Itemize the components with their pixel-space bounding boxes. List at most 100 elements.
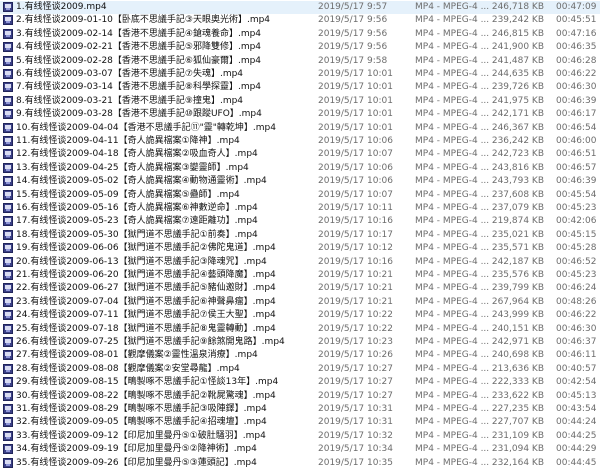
- file-type: MP4 - MPEG-4 ...: [415, 337, 490, 347]
- file-date-modified: 2019/5/17 10:01: [318, 95, 393, 106]
- file-length: 00:44:29: [556, 444, 597, 455]
- mp4-file-icon: [3, 270, 13, 280]
- file-name: 26.有线怪谈2009-07-25【獄門道不思議手記⑨餘煞開鬼路】.mp4: [16, 337, 285, 347]
- file-row[interactable]: 29.有线怪谈2009-08-15【鴫製啄不思議手記①怪談13年】.mp4 201…: [0, 376, 600, 389]
- file-date-modified: 2019/5/17 10:06: [318, 176, 393, 187]
- file-name: 11.有线怪谈2009-04-11【奇人詭異檔案①降神】.mp4: [16, 136, 240, 146]
- file-type: MP4 - MPEG-4 ...: [415, 189, 490, 200]
- file-length: 00:46:22: [556, 310, 597, 321]
- mp4-file-icon: [3, 430, 13, 441]
- file-name: 34.有线怪谈2009-09-19【印尼加里曼丹⑤②降神術】.mp4: [16, 444, 257, 455]
- file-row[interactable]: 12.有线怪谈2009-04-18【奇人詭異檔案②吸血奇人】.mp4 2019/5…: [0, 148, 600, 161]
- file-date-modified: 2019/5/17 9:56: [318, 15, 388, 26]
- file-row[interactable]: 31.有线怪谈2009-08-29【鴫製啄不思議手記③吸陣鐸】.mp4 2019/…: [0, 403, 600, 416]
- mp4-file-icon: [3, 444, 13, 455]
- file-length: 00:46:39: [556, 95, 597, 106]
- file-row[interactable]: 7.有线怪谈2009-03-14【香港不思議手記⑧科學探靈】.mp4 2019/5…: [0, 81, 600, 94]
- file-name: 31.有线怪谈2009-08-29【鴫製啄不思議手記③吸陣鐸】.mp4: [16, 404, 267, 414]
- file-size: 240,698 KB: [491, 350, 544, 361]
- file-row[interactable]: 35.有线怪谈2009-09-26【印尼加里曼丹⑤③蓮頭記】.mp4 2019/5…: [0, 457, 600, 469]
- file-row[interactable]: 22.有线怪谈2009-06-27【獄門道不思議手記⑤豬仙邀財】.mp4 2019…: [0, 282, 600, 295]
- file-row[interactable]: 17.有线怪谈2009-05-23【奇人詭異檔案⑦遠距離功】.mp4 2019/5…: [0, 215, 600, 228]
- file-type: MP4 - MPEG-4 ...: [415, 69, 490, 79]
- file-length: 00:46:35: [556, 42, 597, 53]
- file-date-modified: 2019/5/17 10:22: [318, 323, 393, 334]
- file-size: 235,021 KB: [491, 229, 544, 240]
- file-size: 241,900 KB: [491, 42, 544, 53]
- file-row[interactable]: 15.有线怪谈2009-05-09【奇人詭異檔案⑤蠱師】.mp4 2019/5/1…: [0, 189, 600, 202]
- file-row[interactable]: 19.有线怪谈2009-06-06【獄門道不思議手記②佛陀鬼道】.mp4 2019…: [0, 242, 600, 255]
- file-size: 219,874 KB: [491, 216, 544, 227]
- file-date-modified: 2019/5/17 10:27: [318, 377, 393, 388]
- file-size: 231,094 KB: [491, 444, 544, 455]
- file-type: MP4 - MPEG-4 ...: [415, 82, 490, 93]
- file-row[interactable]: 1.有线怪谈2009.mp4 2019/5/17 9:57 MP4 - MPEG-4…: [0, 1, 600, 14]
- file-row[interactable]: 4.有线怪谈2009-02-21【香港不思議手記⑤邪降雙修】.mp4 2019/5…: [0, 41, 600, 54]
- file-row[interactable]: 6.有线怪谈2009-03-07【香港不思議手記⑦失魂】.mp4 2019/5/1…: [0, 68, 600, 81]
- file-date-modified: 2019/5/17 10:12: [318, 243, 393, 254]
- file-size: 267,964 KB: [491, 296, 544, 307]
- file-name: 16.有线怪谈2009-05-16【奇人詭異檔案⑥神數逆命】.mp4: [16, 203, 258, 213]
- file-row[interactable]: 33.有线怪谈2009-09-12【印尼加里曼丹⑤①破肚騷羽】.mp4 2019/…: [0, 430, 600, 443]
- mp4-file-icon: [3, 136, 13, 146]
- file-row[interactable]: 34.有线怪谈2009-09-19【印尼加里曼丹⑤②降神術】.mp4 2019/5…: [0, 443, 600, 456]
- file-row[interactable]: 5.有线怪谈2009-02-28【香港不思議手記⑥狐仙豪爾】.mp4 2019/5…: [0, 55, 600, 68]
- mp4-file-icon: [3, 404, 13, 414]
- file-date-modified: 2019/5/17 10:21: [318, 283, 393, 294]
- file-date-modified: 2019/5/17 10:16: [318, 216, 393, 227]
- file-row[interactable]: 9.有线怪谈2009-03-28【香港不思議手記⑩跟蹤UFO】.mp4 2019/…: [0, 108, 600, 121]
- file-name: 17.有线怪谈2009-05-23【奇人詭異檔案⑦遠距離功】.mp4: [16, 216, 258, 227]
- file-row[interactable]: 28.有线怪谈2009-08-08【觀摩儀案②安堂尋龍】.mp4 2019/5/1…: [0, 363, 600, 376]
- file-date-modified: 2019/5/17 10:01: [318, 82, 393, 93]
- file-length: 00:46:22: [556, 69, 597, 79]
- file-date-modified: 2019/5/17 10:06: [318, 162, 393, 173]
- file-length: 00:47:09: [556, 2, 597, 12]
- mp4-file-icon: [3, 229, 13, 240]
- file-type: MP4 - MPEG-4 ...: [415, 243, 490, 254]
- file-row[interactable]: 18.有线怪谈2009-05-30【獄門道不思議手記①前奏】.mp4 2019/5…: [0, 229, 600, 242]
- file-type: MP4 - MPEG-4 ...: [415, 229, 490, 240]
- file-date-modified: 2019/5/17 9:57: [318, 2, 388, 12]
- file-length: 00:46:24: [556, 283, 597, 294]
- file-row[interactable]: 8.有线怪谈2009-03-21【香港不思議手記⑨撞鬼】.mp4 2019/5/1…: [0, 95, 600, 108]
- file-row[interactable]: 21.有线怪谈2009-06-20【獄門道不思議手記④藝頭降魔】.mp4 2019…: [0, 269, 600, 282]
- mp4-file-icon: [3, 55, 13, 66]
- mp4-file-icon: [3, 243, 13, 254]
- file-row[interactable]: 30.有线怪谈2009-08-22【鴫製啄不思議手記②靴屍驚魂】.mp4 2019…: [0, 390, 600, 403]
- file-row[interactable]: 24.有线怪谈2009-07-11【獄門道不思議手記⑦侯王大聖】.mp4 2019…: [0, 309, 600, 322]
- file-row[interactable]: 26.有线怪谈2009-07-25【獄門道不思議手記⑨餘煞開鬼路】.mp4 201…: [0, 336, 600, 349]
- file-row[interactable]: 3.有线怪谈2009-02-14【香港不思議手記④鎗魂養命】.mp4 2019/5…: [0, 28, 600, 41]
- file-length: 00:46:57: [556, 162, 597, 173]
- file-date-modified: 2019/5/17 10:23: [318, 337, 393, 347]
- file-length: 00:46:37: [556, 337, 597, 347]
- mp4-file-icon: [3, 95, 13, 106]
- file-row[interactable]: 11.有线怪谈2009-04-11【奇人詭異檔案①降神】.mp4 2019/5/1…: [0, 135, 600, 148]
- file-length: 00:47:16: [556, 28, 597, 39]
- file-date-modified: 2019/5/17 9:58: [318, 55, 388, 66]
- mp4-file-icon: [3, 28, 13, 39]
- file-date-modified: 2019/5/17 10:32: [318, 430, 393, 441]
- file-name: 20.有线怪谈2009-06-13【獄門道不思議手記③降魂咒】.mp4: [16, 256, 267, 267]
- file-length: 00:46:30: [556, 82, 597, 93]
- file-type: MP4 - MPEG-4 ...: [415, 350, 490, 361]
- file-type: MP4 - MPEG-4 ...: [415, 444, 490, 455]
- file-row[interactable]: 25.有线怪谈2009-07-18【獄門道不思議手記⑧鬼靈轉動】.mp4 2019…: [0, 323, 600, 336]
- file-date-modified: 2019/5/17 10:11: [318, 203, 393, 213]
- file-row[interactable]: 20.有线怪谈2009-06-13【獄門道不思議手記③降魂咒】.mp4 2019/…: [0, 256, 600, 269]
- file-row[interactable]: 13.有线怪谈2009-04-25【奇人詭異檔案③孌靈師】.mp4 2019/5/…: [0, 162, 600, 175]
- file-type: MP4 - MPEG-4 ...: [415, 55, 490, 66]
- file-date-modified: 2019/5/17 10:35: [318, 457, 393, 468]
- file-row[interactable]: 10.有线怪谈2009-04-04【香港不思議手記⑪"靈"轉乾坤】.mp4 201…: [0, 122, 600, 135]
- file-row[interactable]: 2.有线怪谈2009-01-10【卧底不思議手記③天眼奧光術】.mp4 2019/…: [0, 14, 600, 27]
- file-size: 241,975 KB: [491, 95, 544, 106]
- file-row[interactable]: 14.有线怪谈2009-05-02【奇人詭異檔案④動物通靈術】.mp4 2019/…: [0, 175, 600, 188]
- file-row[interactable]: 23.有线怪谈2009-07-04【獄門道不思議手記⑥神聲鼻瘤】.mp4 2019…: [0, 296, 600, 309]
- file-row[interactable]: 16.有线怪谈2009-05-16【奇人詭異檔案⑥神數逆命】.mp4 2019/5…: [0, 202, 600, 215]
- file-length: 00:48:26: [556, 296, 597, 307]
- file-size: 239,726 KB: [491, 82, 544, 93]
- file-row[interactable]: 32.有线怪谈2009-09-05【鴫製啄不思議手記④招魂壇】.mp4 2019/…: [0, 416, 600, 429]
- mp4-file-icon: [3, 350, 13, 361]
- file-row[interactable]: 27.有线怪谈2009-08-01【觀摩儀案②靈性溫泉消療】.mp4 2019/5…: [0, 349, 600, 362]
- file-type: MP4 - MPEG-4 ...: [415, 149, 490, 160]
- mp4-file-icon: [3, 310, 13, 321]
